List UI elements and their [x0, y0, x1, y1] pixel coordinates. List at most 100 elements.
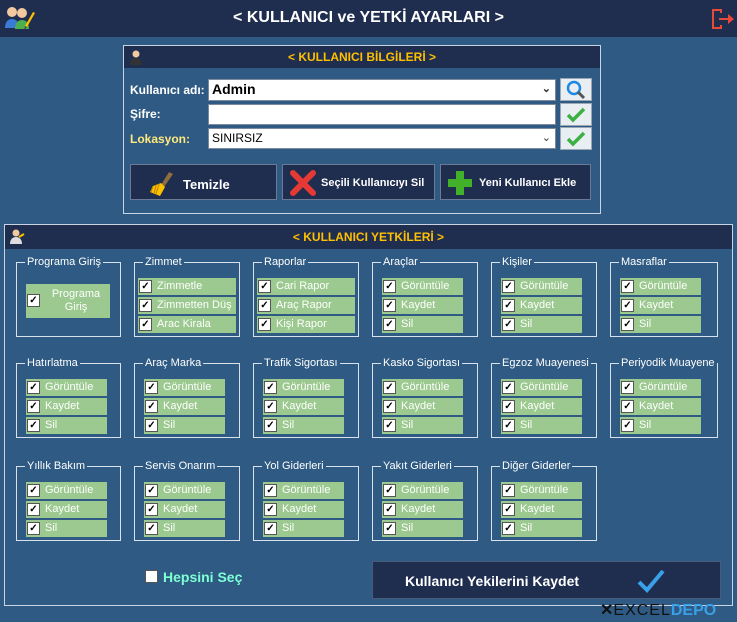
checkbox[interactable]: ✓ [264, 503, 277, 516]
permission-checkbox-item[interactable]: ✓ Görüntüle [382, 278, 463, 295]
checkbox[interactable]: ✓ [502, 484, 515, 497]
checkbox[interactable]: ✓ [139, 299, 152, 312]
checkbox[interactable]: ✓ [621, 318, 634, 331]
checkbox[interactable]: ✓ [145, 381, 158, 394]
checkbox[interactable]: ✓ [145, 400, 158, 413]
chevron-down-icon[interactable]: ⌄ [542, 129, 551, 148]
checkbox[interactable]: ✓ [383, 381, 396, 394]
username-combobox[interactable]: Admin ⌄ [208, 79, 556, 101]
permission-checkbox-item[interactable]: ✓ Sil [501, 417, 582, 434]
permission-checkbox-item[interactable]: ✓ Kaydet [26, 501, 107, 518]
permission-checkbox-item[interactable]: ✓ Görüntüle [501, 379, 582, 396]
checkbox[interactable]: ✓ [383, 299, 396, 312]
permission-checkbox-item[interactable]: ✓ Görüntüle [620, 379, 701, 396]
checkbox[interactable]: ✓ [258, 318, 271, 331]
checkbox[interactable]: ✓ [264, 381, 277, 394]
permission-checkbox-item[interactable]: ✓ Görüntüle [26, 482, 107, 499]
location-combobox[interactable]: SINIRSIZ ⌄ [208, 128, 556, 149]
checkbox[interactable]: ✓ [383, 503, 396, 516]
permission-checkbox-item[interactable]: ✓ Görüntüle [144, 379, 225, 396]
permission-checkbox-item[interactable]: ✓ Kaydet [620, 398, 701, 415]
permission-checkbox-item[interactable]: ✓ Programa Giriş [26, 284, 110, 318]
permission-checkbox-item[interactable]: ✓ Kaydet [382, 398, 463, 415]
permission-checkbox-item[interactable]: ✓ Kaydet [501, 297, 582, 314]
checkbox[interactable]: ✓ [621, 280, 634, 293]
permission-checkbox-item[interactable]: ✓ Sil [501, 520, 582, 537]
permission-checkbox-item[interactable]: ✓ Sil [26, 520, 107, 537]
checkbox[interactable]: ✓ [27, 381, 40, 394]
checkbox[interactable]: ✓ [621, 299, 634, 312]
permission-checkbox-item[interactable]: ✓ Kaydet [26, 398, 107, 415]
permission-checkbox-item[interactable]: ✓ Cari Rapor [257, 278, 355, 295]
select-all-label[interactable]: Hepsini Seç [163, 569, 242, 585]
permission-checkbox-item[interactable]: ✓ Sil [144, 417, 225, 434]
permission-checkbox-item[interactable]: ✓ Zimmetle [138, 278, 236, 295]
select-all-checkbox[interactable] [145, 570, 158, 583]
checkbox[interactable]: ✓ [27, 419, 40, 432]
permission-checkbox-item[interactable]: ✓ Sil [263, 417, 344, 434]
checkbox[interactable]: ✓ [502, 280, 515, 293]
checkbox[interactable]: ✓ [27, 400, 40, 413]
permission-checkbox-item[interactable]: ✓ Sil [263, 520, 344, 537]
save-permissions-button[interactable]: Kullanıcı Yekilerini Kaydet [372, 561, 721, 599]
checkbox[interactable]: ✓ [258, 299, 271, 312]
permission-checkbox-item[interactable]: ✓ Sil [382, 520, 463, 537]
checkbox[interactable]: ✓ [502, 503, 515, 516]
checkbox[interactable]: ✓ [27, 503, 40, 516]
permission-checkbox-item[interactable]: ✓ Görüntüle [501, 278, 582, 295]
checkbox[interactable]: ✓ [383, 484, 396, 497]
permission-checkbox-item[interactable]: ✓ Sil [382, 417, 463, 434]
checkbox[interactable]: ✓ [502, 522, 515, 535]
checkbox[interactable]: ✓ [502, 381, 515, 394]
checkbox[interactable]: ✓ [145, 419, 158, 432]
permission-checkbox-item[interactable]: ✓ Görüntüle [26, 379, 107, 396]
checkbox[interactable]: ✓ [264, 522, 277, 535]
permission-checkbox-item[interactable]: ✓ Sil [620, 316, 701, 333]
permission-checkbox-item[interactable]: ✓ Kaydet [263, 501, 344, 518]
permission-checkbox-item[interactable]: ✓ Kişi Rapor [257, 316, 355, 333]
permission-checkbox-item[interactable]: ✓ Görüntüle [263, 482, 344, 499]
checkbox[interactable]: ✓ [264, 484, 277, 497]
permission-checkbox-item[interactable]: ✓ Görüntüle [144, 482, 225, 499]
search-user-button[interactable] [560, 78, 592, 101]
permission-checkbox-item[interactable]: ✓ Kaydet [144, 501, 225, 518]
checkbox[interactable]: ✓ [383, 400, 396, 413]
checkbox[interactable]: ✓ [139, 280, 152, 293]
permission-checkbox-item[interactable]: ✓ Kaydet [501, 501, 582, 518]
permission-checkbox-item[interactable]: ✓ Sil [620, 417, 701, 434]
checkbox[interactable]: ✓ [621, 400, 634, 413]
checkbox[interactable]: ✓ [383, 522, 396, 535]
delete-user-button[interactable]: Seçili Kullanıcıyı Sil [282, 164, 435, 200]
checkbox[interactable]: ✓ [139, 318, 152, 331]
checkbox[interactable]: ✓ [383, 280, 396, 293]
permission-checkbox-item[interactable]: ✓ Araç Rapor [257, 297, 355, 314]
checkbox[interactable]: ✓ [502, 299, 515, 312]
checkbox[interactable]: ✓ [145, 484, 158, 497]
add-user-button[interactable]: Yeni Kullanıcı Ekle [440, 164, 591, 200]
permission-checkbox-item[interactable]: ✓ Kaydet [144, 398, 225, 415]
clear-button[interactable]: Temizle [130, 164, 277, 200]
permission-checkbox-item[interactable]: ✓ Sil [501, 316, 582, 333]
permission-checkbox-item[interactable]: ✓ Görüntüle [382, 379, 463, 396]
permission-checkbox-item[interactable]: ✓ Sil [382, 316, 463, 333]
chevron-down-icon[interactable]: ⌄ [542, 80, 551, 99]
checkbox[interactable]: ✓ [502, 419, 515, 432]
checkbox[interactable]: ✓ [621, 419, 634, 432]
permission-checkbox-item[interactable]: ✓ Sil [144, 520, 225, 537]
exit-icon[interactable] [709, 6, 735, 32]
checkbox[interactable]: ✓ [27, 294, 40, 307]
checkbox[interactable]: ✓ [383, 419, 396, 432]
permission-checkbox-item[interactable]: ✓ Kaydet [382, 297, 463, 314]
checkbox[interactable]: ✓ [502, 400, 515, 413]
checkbox[interactable]: ✓ [258, 280, 271, 293]
permission-checkbox-item[interactable]: ✓ Zimmetten Düş [138, 297, 236, 314]
password-field[interactable] [208, 104, 556, 125]
confirm-location-button[interactable] [560, 127, 592, 150]
permission-checkbox-item[interactable]: ✓ Görüntüle [263, 379, 344, 396]
confirm-password-button[interactable] [560, 103, 592, 126]
checkbox[interactable]: ✓ [502, 318, 515, 331]
permission-checkbox-item[interactable]: ✓ Kaydet [263, 398, 344, 415]
permission-checkbox-item[interactable]: ✓ Görüntüle [501, 482, 582, 499]
permission-checkbox-item[interactable]: ✓ Kaydet [620, 297, 701, 314]
checkbox[interactable]: ✓ [264, 419, 277, 432]
